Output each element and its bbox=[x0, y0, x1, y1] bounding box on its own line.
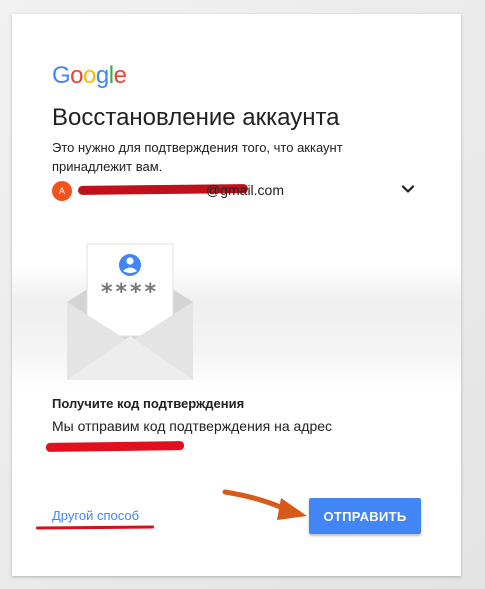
chevron-down-icon[interactable] bbox=[400, 181, 416, 197]
address-redaction-mark bbox=[45, 441, 185, 452]
google-logo: Google bbox=[52, 62, 127, 90]
link-underline-mark bbox=[35, 525, 155, 530]
logo-letter: o bbox=[70, 62, 84, 89]
page-subtitle: Это нужно для подтверждения того, что ак… bbox=[52, 140, 343, 174]
verification-text: Мы отправим код подтверждения на адрес bbox=[52, 418, 333, 434]
logo-letter: e bbox=[113, 62, 127, 89]
arrow-annotation-icon bbox=[222, 489, 307, 520]
logo-letter: G bbox=[52, 62, 71, 89]
envelope-icon: **** bbox=[67, 243, 193, 380]
person-icon bbox=[119, 254, 141, 276]
page-background: Google Восстановление аккаунта Это нужно… bbox=[0, 0, 485, 589]
account-selector[interactable]: A @gmail.com bbox=[52, 180, 422, 202]
verification-heading: Получите код подтверждения bbox=[52, 396, 245, 411]
masked-code: **** bbox=[101, 280, 159, 305]
logo-letter: o bbox=[83, 62, 96, 89]
other-method-link[interactable]: Другой способ bbox=[52, 508, 139, 523]
avatar: A bbox=[52, 181, 72, 201]
page-title: Восстановление аккаунта bbox=[52, 104, 340, 131]
account-recovery-card: Google Восстановление аккаунта Это нужно… bbox=[12, 14, 461, 576]
logo-letter: g bbox=[95, 62, 109, 89]
email-address: @gmail.com bbox=[206, 182, 285, 198]
send-button[interactable]: ОТПРАВИТЬ bbox=[309, 498, 421, 534]
